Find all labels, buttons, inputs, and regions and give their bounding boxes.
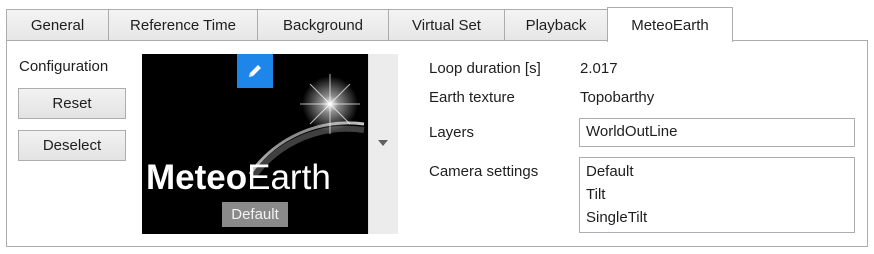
tab-general[interactable]: General bbox=[6, 9, 109, 40]
layers-value: WorldOutLine bbox=[586, 123, 678, 140]
camera-settings-list[interactable]: Default Tilt SingleTilt bbox=[579, 157, 855, 233]
earth-texture-label: Earth texture bbox=[429, 89, 515, 106]
edit-pencil-icon[interactable] bbox=[237, 54, 273, 88]
logo-bold-part: Meteo bbox=[146, 158, 248, 197]
camera-setting-item[interactable]: SingleTilt bbox=[586, 208, 854, 231]
preset-name-badge: Default bbox=[222, 202, 288, 227]
tab-reference-time[interactable]: Reference Time bbox=[108, 9, 258, 40]
earth-texture-value: Topobarthy bbox=[580, 89, 655, 106]
tab-label: Reference Time bbox=[130, 16, 236, 34]
layers-label: Layers bbox=[429, 124, 475, 141]
camera-setting-item[interactable]: Default bbox=[586, 162, 854, 185]
tab-virtual-set[interactable]: Virtual Set bbox=[388, 9, 505, 40]
pencil-icon bbox=[249, 65, 261, 77]
chevron-down-icon[interactable] bbox=[378, 140, 388, 146]
loop-duration-value: 2.017 bbox=[580, 60, 618, 77]
camera-setting-item[interactable]: Tilt bbox=[586, 185, 854, 208]
reset-button[interactable]: Reset bbox=[18, 88, 126, 119]
camera-settings-label: Camera settings bbox=[429, 163, 539, 180]
tab-background[interactable]: Background bbox=[257, 9, 389, 40]
tab-label: Background bbox=[282, 16, 364, 34]
logo-regular-part: Earth bbox=[247, 158, 331, 197]
tab-meteoearth[interactable]: MeteoEarth bbox=[607, 7, 733, 42]
tab-label: Playback bbox=[525, 16, 587, 34]
tab-bar: General Reference Time Background Virtua… bbox=[6, 7, 868, 42]
meteoearth-logo-text: MeteoEarth bbox=[146, 160, 331, 196]
tab-label: MeteoEarth bbox=[631, 16, 709, 34]
tab-label: Virtual Set bbox=[412, 16, 481, 34]
tab-playback[interactable]: Playback bbox=[504, 9, 608, 40]
tab-label: General bbox=[30, 16, 85, 34]
configuration-label: Configuration bbox=[19, 58, 109, 75]
loop-duration-label: Loop duration [s] bbox=[429, 60, 541, 77]
layers-field[interactable]: WorldOutLine bbox=[579, 118, 855, 147]
deselect-button[interactable]: Deselect bbox=[18, 130, 126, 161]
